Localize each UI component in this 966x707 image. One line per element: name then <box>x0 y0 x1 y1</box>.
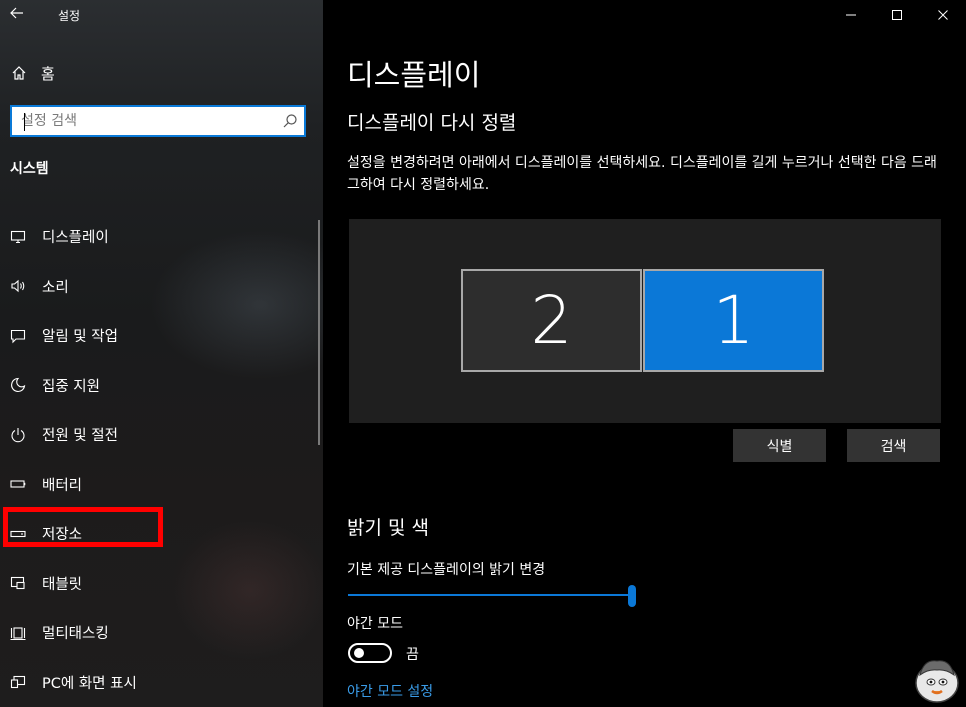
sidebar-item-tablet[interactable]: 태블릿 <box>0 559 323 609</box>
sidebar-nav: 디스플레이 소리 알림 및 작업 집중 지원 전원 및 절전 배터리 저장소 태… <box>0 212 323 707</box>
close-icon <box>938 10 948 20</box>
project-icon <box>0 674 36 690</box>
monitor-icon <box>0 229 36 245</box>
sidebar-item-multitasking[interactable]: 멀티태스킹 <box>0 608 323 658</box>
sidebar-item-notifications[interactable]: 알림 및 작업 <box>0 311 323 361</box>
minimize-icon <box>846 14 856 16</box>
battery-icon <box>0 476 36 492</box>
page-title: 디스플레이 <box>347 58 481 92</box>
toggle-knob <box>354 648 364 658</box>
search-box[interactable] <box>10 105 306 137</box>
brightness-label: 기본 제공 디스플레이의 밝기 변경 <box>347 562 546 578</box>
sidebar-item-label: 배터리 <box>42 477 83 494</box>
app-title: 설정 <box>58 8 81 23</box>
sidebar-item-label: 전원 및 절전 <box>42 428 118 445</box>
title-bar: 설정 <box>0 0 323 30</box>
search-icon[interactable] <box>282 113 298 129</box>
brightness-slider-track[interactable] <box>348 594 633 596</box>
watermark-mascot-image <box>912 653 962 705</box>
back-button[interactable] <box>0 0 34 30</box>
maximize-icon <box>892 10 902 20</box>
speaker-icon <box>0 278 36 294</box>
monitor-2[interactable]: 2 <box>461 269 642 372</box>
detect-button[interactable]: 검색 <box>847 429 940 462</box>
highlight-box <box>3 507 163 547</box>
display-arrangement-area[interactable]: 2 1 <box>349 219 941 423</box>
sidebar-item-label: 디스플레이 <box>42 230 109 247</box>
maximize-button[interactable] <box>874 0 920 30</box>
sidebar-item-focus-assist[interactable]: 집중 지원 <box>0 361 323 411</box>
sidebar-item-label: 태블릿 <box>42 576 83 593</box>
sidebar: 설정 홈 시스템 디스플레이 <box>0 0 323 707</box>
sidebar-item-label: PC에 화면 표시 <box>42 675 137 692</box>
monitor-1[interactable]: 1 <box>643 269 824 372</box>
settings-window: 설정 홈 시스템 디스플레이 <box>0 0 966 707</box>
section-label: 시스템 <box>10 161 49 177</box>
rearrange-description: 설정을 변경하려면 아래에서 디스플레이를 선택하세요. 디스플레이를 길게 누… <box>347 155 937 193</box>
close-button[interactable] <box>920 0 966 30</box>
brightness-section-title: 밝기 및 색 <box>347 517 429 539</box>
text-cursor <box>24 113 25 131</box>
sidebar-item-display[interactable]: 디스플레이 <box>0 212 323 262</box>
rearrange-title: 디스플레이 다시 정렬 <box>347 112 517 134</box>
identify-button[interactable]: 식별 <box>733 429 826 462</box>
night-light-settings-link[interactable]: 야간 모드 설정 <box>347 681 433 701</box>
sidebar-item-label: 멀티태스킹 <box>42 626 109 643</box>
tablet-icon <box>0 575 36 591</box>
sidebar-item-label: 소리 <box>42 279 69 296</box>
moon-icon <box>0 377 36 393</box>
sidebar-item-project-to-pc[interactable]: PC에 화면 표시 <box>0 658 323 707</box>
window-controls <box>828 0 966 30</box>
brightness-slider-thumb[interactable] <box>628 585 636 607</box>
home-icon <box>0 65 38 81</box>
sidebar-item-battery[interactable]: 배터리 <box>0 460 323 510</box>
power-icon <box>0 427 36 443</box>
minimize-button[interactable] <box>828 0 874 30</box>
sidebar-item-power[interactable]: 전원 및 절전 <box>0 410 323 460</box>
search-input[interactable] <box>12 108 262 134</box>
sidebar-item-sound[interactable]: 소리 <box>0 262 323 312</box>
sidebar-item-label: 알림 및 작업 <box>42 329 118 346</box>
sidebar-scrollbar[interactable] <box>318 220 320 445</box>
home-link[interactable]: 홈 <box>0 57 323 89</box>
back-arrow-icon <box>10 7 24 23</box>
night-light-state: 끔 <box>406 647 419 663</box>
night-light-label: 야간 모드 <box>347 616 403 632</box>
home-label: 홈 <box>41 64 55 83</box>
main-content: 디스플레이 디스플레이 다시 정렬 설정을 변경하려면 아래에서 디스플레이를 … <box>323 0 966 707</box>
multitasking-icon <box>0 625 36 641</box>
sidebar-item-label: 집중 지원 <box>42 378 100 395</box>
notification-icon <box>0 328 36 344</box>
night-light-toggle[interactable] <box>348 643 392 663</box>
